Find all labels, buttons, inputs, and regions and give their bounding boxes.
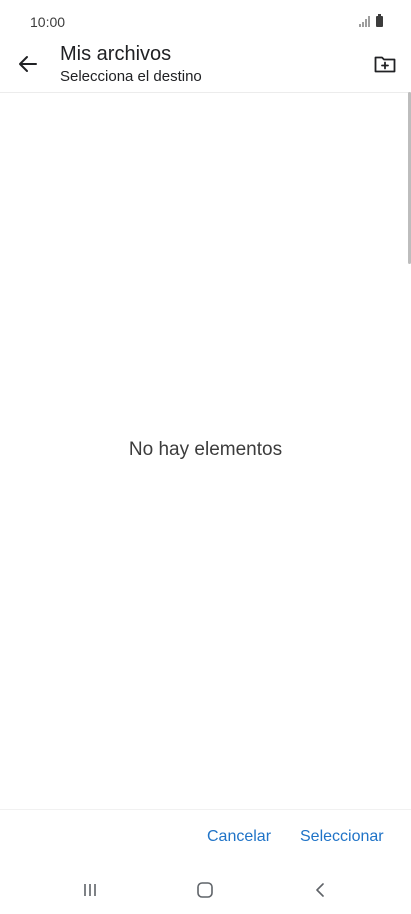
navigation-bar bbox=[0, 868, 411, 914]
back-button[interactable] bbox=[14, 50, 42, 78]
app-bar: Mis archivos Selecciona el destino bbox=[0, 38, 411, 93]
arrow-back-icon bbox=[19, 56, 37, 72]
home-icon bbox=[197, 882, 213, 898]
select-button[interactable]: Seleccionar bbox=[300, 828, 384, 846]
page-title: Mis archivos bbox=[60, 43, 172, 65]
back-icon bbox=[316, 883, 324, 897]
status-icons bbox=[359, 14, 383, 27]
signal-icon bbox=[359, 15, 370, 27]
new-folder-icon bbox=[374, 56, 396, 73]
battery-icon bbox=[376, 14, 383, 27]
recents-button[interactable] bbox=[80, 880, 100, 900]
empty-state-message: No hay elementos bbox=[128, 439, 283, 460]
home-button[interactable] bbox=[195, 880, 215, 900]
action-bar: Cancelar Seleccionar bbox=[0, 809, 411, 868]
status-time: 10:00 bbox=[30, 14, 66, 30]
recents-icon bbox=[84, 884, 96, 896]
new-folder-button[interactable] bbox=[371, 50, 399, 78]
nav-back-button[interactable] bbox=[310, 880, 330, 900]
cancel-button[interactable]: Cancelar bbox=[207, 828, 271, 846]
page-subtitle: Selecciona el destino bbox=[60, 68, 202, 85]
